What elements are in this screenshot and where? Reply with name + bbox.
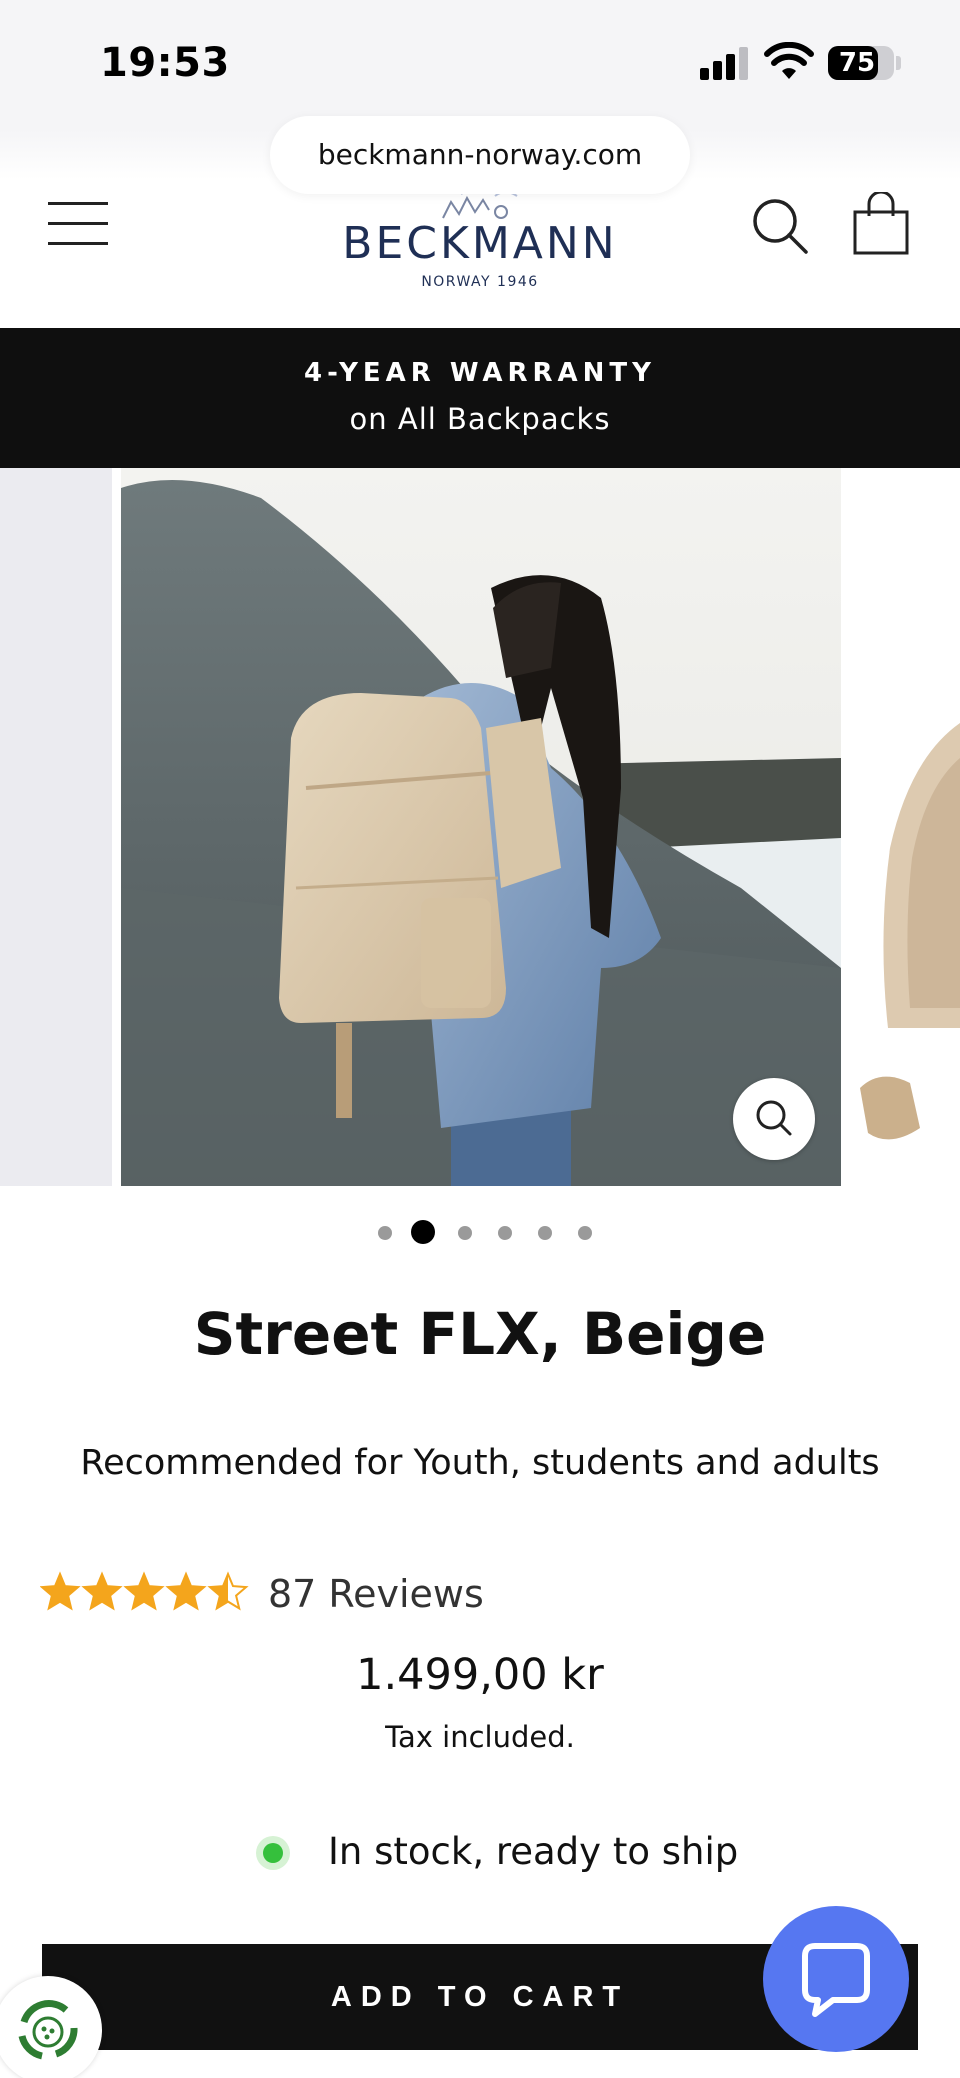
zoom-button[interactable] <box>733 1078 815 1160</box>
star-rating-icon <box>40 1571 249 1611</box>
status-time: 19:53 <box>100 40 230 86</box>
battery-icon: 75 <box>828 46 894 80</box>
zoom-icon <box>756 1100 792 1136</box>
pagination-dot[interactable] <box>538 1226 552 1240</box>
brand-tagline: NORWAY 1946 <box>421 274 539 290</box>
product-rating[interactable]: 87 Reviews <box>40 1566 540 1626</box>
shopping-bag-icon[interactable] <box>852 192 910 256</box>
pagination-dot[interactable] <box>411 1220 435 1244</box>
eco-badge[interactable] <box>0 1976 102 2078</box>
reviews-link[interactable]: 87 Reviews <box>268 1572 484 1616</box>
announcement-title: 4-YEAR WARRANTY <box>304 358 656 388</box>
gallery-slide-previous[interactable] <box>0 468 112 1186</box>
product-price: 1.499,00 kr <box>356 1650 604 1700</box>
rating-star <box>123 1571 165 1611</box>
status-bar: 19:53 75 <box>0 0 960 130</box>
battery-level: 75 <box>838 48 876 78</box>
brand-logo[interactable]: BECKMANN NORWAY 1946 <box>330 178 630 298</box>
gallery-slide-next[interactable] <box>850 468 960 1186</box>
product-gallery[interactable] <box>0 468 960 1188</box>
pagination-dot[interactable] <box>378 1226 392 1240</box>
search-icon[interactable] <box>750 196 810 256</box>
brand-name: BECKMANN <box>342 218 618 269</box>
gallery-slide-active[interactable] <box>121 468 841 1186</box>
product-subtitle: Recommended for Youth, students and adul… <box>80 1443 880 1483</box>
rating-star <box>207 1571 249 1611</box>
announcement-subtitle: on All Backpacks <box>349 402 611 436</box>
gallery-pagination <box>0 1218 960 1248</box>
tax-note: Tax included. <box>385 1720 575 1754</box>
stock-indicator-icon <box>263 1843 283 1863</box>
product-title: Street FLX, Beige <box>193 1300 767 1368</box>
url-bar[interactable]: beckmann-norway.com <box>270 116 690 194</box>
announcement-bar[interactable]: 4-YEAR WARRANTY on All Backpacks <box>0 328 960 468</box>
chat-button[interactable] <box>763 1906 909 2052</box>
hamburger-menu-icon[interactable] <box>48 200 110 246</box>
pagination-dot[interactable] <box>498 1226 512 1240</box>
wifi-icon <box>764 42 814 79</box>
stock-status: In stock, ready to ship <box>0 1828 960 1878</box>
rating-star <box>40 1571 81 1611</box>
battery-nub <box>896 56 901 70</box>
cellular-signal-icon <box>700 46 750 80</box>
chat-bubble-icon <box>802 1943 870 2017</box>
next-slide-photo <box>860 723 960 1140</box>
recycle-icon <box>18 2000 78 2060</box>
stock-text: In stock, ready to ship <box>328 1830 739 1873</box>
rating-star <box>81 1571 123 1611</box>
rating-star <box>165 1571 207 1611</box>
pagination-dot[interactable] <box>458 1226 472 1240</box>
pagination-dot[interactable] <box>578 1226 592 1240</box>
